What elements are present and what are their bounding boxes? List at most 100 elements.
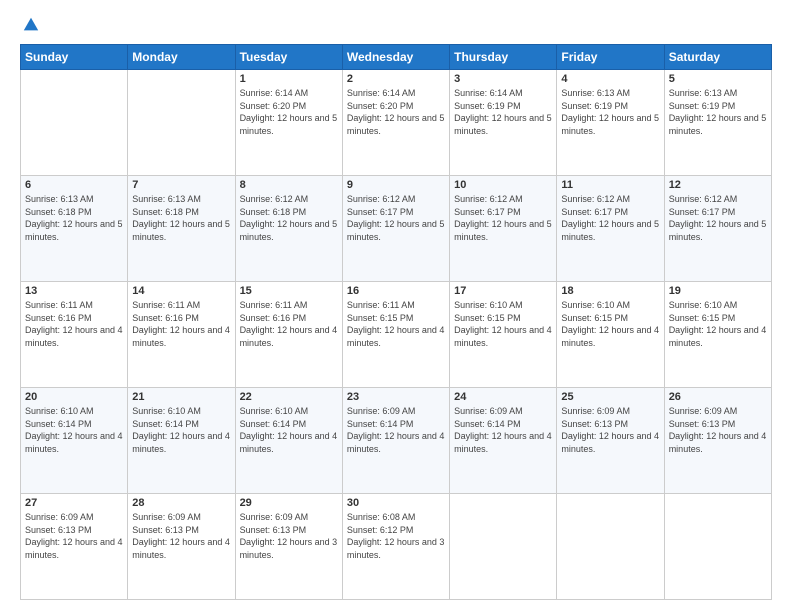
calendar-week-row: 20 Sunrise: 6:10 AM Sunset: 6:14 PM Dayli… [21, 388, 772, 494]
day-number: 12 [669, 179, 767, 191]
day-number: 30 [347, 497, 445, 509]
day-number: 26 [669, 391, 767, 403]
calendar-cell: 22 Sunrise: 6:10 AM Sunset: 6:14 PM Dayli… [235, 388, 342, 494]
day-info: Sunrise: 6:09 AM Sunset: 6:13 PM Dayligh… [25, 511, 123, 561]
day-number: 23 [347, 391, 445, 403]
calendar-cell: 16 Sunrise: 6:11 AM Sunset: 6:15 PM Dayli… [342, 282, 449, 388]
day-header-monday: Monday [128, 45, 235, 70]
day-number: 28 [132, 497, 230, 509]
logo-icon [22, 16, 40, 34]
calendar-cell: 12 Sunrise: 6:12 AM Sunset: 6:17 PM Dayli… [664, 176, 771, 282]
day-header-sunday: Sunday [21, 45, 128, 70]
day-number: 15 [240, 285, 338, 297]
day-number: 24 [454, 391, 552, 403]
calendar-cell: 29 Sunrise: 6:09 AM Sunset: 6:13 PM Dayli… [235, 494, 342, 600]
day-number: 25 [561, 391, 659, 403]
day-header-friday: Friday [557, 45, 664, 70]
day-info: Sunrise: 6:12 AM Sunset: 6:17 PM Dayligh… [347, 193, 445, 243]
day-header-saturday: Saturday [664, 45, 771, 70]
day-number: 19 [669, 285, 767, 297]
day-number: 21 [132, 391, 230, 403]
day-info: Sunrise: 6:10 AM Sunset: 6:14 PM Dayligh… [132, 405, 230, 455]
calendar-cell: 14 Sunrise: 6:11 AM Sunset: 6:16 PM Dayli… [128, 282, 235, 388]
day-info: Sunrise: 6:10 AM Sunset: 6:15 PM Dayligh… [561, 299, 659, 349]
page-header [20, 16, 772, 34]
day-number: 16 [347, 285, 445, 297]
calendar-cell: 10 Sunrise: 6:12 AM Sunset: 6:17 PM Dayli… [450, 176, 557, 282]
day-info: Sunrise: 6:09 AM Sunset: 6:13 PM Dayligh… [669, 405, 767, 455]
day-header-thursday: Thursday [450, 45, 557, 70]
calendar-cell: 3 Sunrise: 6:14 AM Sunset: 6:19 PM Daylig… [450, 70, 557, 176]
day-number: 1 [240, 73, 338, 85]
calendar-cell: 26 Sunrise: 6:09 AM Sunset: 6:13 PM Dayli… [664, 388, 771, 494]
day-info: Sunrise: 6:11 AM Sunset: 6:15 PM Dayligh… [347, 299, 445, 349]
calendar-cell: 23 Sunrise: 6:09 AM Sunset: 6:14 PM Dayli… [342, 388, 449, 494]
calendar-cell: 5 Sunrise: 6:13 AM Sunset: 6:19 PM Daylig… [664, 70, 771, 176]
calendar-cell: 7 Sunrise: 6:13 AM Sunset: 6:18 PM Daylig… [128, 176, 235, 282]
day-info: Sunrise: 6:12 AM Sunset: 6:17 PM Dayligh… [561, 193, 659, 243]
calendar-cell: 15 Sunrise: 6:11 AM Sunset: 6:16 PM Dayli… [235, 282, 342, 388]
day-info: Sunrise: 6:09 AM Sunset: 6:13 PM Dayligh… [561, 405, 659, 455]
day-info: Sunrise: 6:09 AM Sunset: 6:14 PM Dayligh… [347, 405, 445, 455]
calendar-cell: 30Sunrise: 6:08 AM Sunset: 6:12 PM Dayli… [342, 494, 449, 600]
day-info: Sunrise: 6:11 AM Sunset: 6:16 PM Dayligh… [132, 299, 230, 349]
day-number: 5 [669, 73, 767, 85]
day-info: Sunrise: 6:09 AM Sunset: 6:13 PM Dayligh… [240, 511, 338, 561]
day-number: 22 [240, 391, 338, 403]
calendar-cell: 2 Sunrise: 6:14 AM Sunset: 6:20 PM Daylig… [342, 70, 449, 176]
day-info: Sunrise: 6:12 AM Sunset: 6:17 PM Dayligh… [669, 193, 767, 243]
calendar-cell: 11 Sunrise: 6:12 AM Sunset: 6:17 PM Dayli… [557, 176, 664, 282]
calendar-cell [664, 494, 771, 600]
day-header-tuesday: Tuesday [235, 45, 342, 70]
calendar-cell: 8Sunrise: 6:12 AM Sunset: 6:18 PM Daylig… [235, 176, 342, 282]
calendar-cell [128, 70, 235, 176]
day-header-wednesday: Wednesday [342, 45, 449, 70]
day-number: 17 [454, 285, 552, 297]
day-number: 7 [132, 179, 230, 191]
day-number: 18 [561, 285, 659, 297]
calendar-cell: 20 Sunrise: 6:10 AM Sunset: 6:14 PM Dayli… [21, 388, 128, 494]
day-info: Sunrise: 6:11 AM Sunset: 6:16 PM Dayligh… [25, 299, 123, 349]
calendar-cell: 25 Sunrise: 6:09 AM Sunset: 6:13 PM Dayli… [557, 388, 664, 494]
day-info: Sunrise: 6:14 AM Sunset: 6:20 PM Dayligh… [240, 87, 338, 137]
day-info: Sunrise: 6:14 AM Sunset: 6:19 PM Dayligh… [454, 87, 552, 137]
day-number: 20 [25, 391, 123, 403]
calendar-cell [557, 494, 664, 600]
day-number: 2 [347, 73, 445, 85]
day-info: Sunrise: 6:12 AM Sunset: 6:17 PM Dayligh… [454, 193, 552, 243]
day-number: 3 [454, 73, 552, 85]
day-number: 27 [25, 497, 123, 509]
day-number: 29 [240, 497, 338, 509]
day-number: 10 [454, 179, 552, 191]
day-info: Sunrise: 6:10 AM Sunset: 6:14 PM Dayligh… [25, 405, 123, 455]
calendar-cell [450, 494, 557, 600]
day-info: Sunrise: 6:13 AM Sunset: 6:18 PM Dayligh… [25, 193, 123, 243]
calendar-cell: 21 Sunrise: 6:10 AM Sunset: 6:14 PM Dayli… [128, 388, 235, 494]
calendar-cell: 19 Sunrise: 6:10 AM Sunset: 6:15 PM Dayli… [664, 282, 771, 388]
day-info: Sunrise: 6:13 AM Sunset: 6:19 PM Dayligh… [561, 87, 659, 137]
calendar-cell: 13 Sunrise: 6:11 AM Sunset: 6:16 PM Dayli… [21, 282, 128, 388]
calendar-week-row: 6 Sunrise: 6:13 AM Sunset: 6:18 PM Daylig… [21, 176, 772, 282]
day-number: 6 [25, 179, 123, 191]
day-number: 8 [240, 179, 338, 191]
day-number: 9 [347, 179, 445, 191]
day-info: Sunrise: 6:11 AM Sunset: 6:16 PM Dayligh… [240, 299, 338, 349]
calendar-cell: 9 Sunrise: 6:12 AM Sunset: 6:17 PM Daylig… [342, 176, 449, 282]
calendar-cell: 27 Sunrise: 6:09 AM Sunset: 6:13 PM Dayli… [21, 494, 128, 600]
day-info: Sunrise: 6:14 AM Sunset: 6:20 PM Dayligh… [347, 87, 445, 137]
day-info: Sunrise: 6:13 AM Sunset: 6:19 PM Dayligh… [669, 87, 767, 137]
day-info: Sunrise: 6:10 AM Sunset: 6:14 PM Dayligh… [240, 405, 338, 455]
calendar-cell: 1 Sunrise: 6:14 AM Sunset: 6:20 PM Daylig… [235, 70, 342, 176]
day-info: Sunrise: 6:10 AM Sunset: 6:15 PM Dayligh… [669, 299, 767, 349]
calendar-cell: 24Sunrise: 6:09 AM Sunset: 6:14 PM Dayli… [450, 388, 557, 494]
calendar-cell [21, 70, 128, 176]
calendar-cell: 6 Sunrise: 6:13 AM Sunset: 6:18 PM Daylig… [21, 176, 128, 282]
calendar-table: SundayMondayTuesdayWednesdayThursdayFrid… [20, 44, 772, 600]
day-number: 11 [561, 179, 659, 191]
calendar-cell: 18 Sunrise: 6:10 AM Sunset: 6:15 PM Dayli… [557, 282, 664, 388]
day-number: 13 [25, 285, 123, 297]
calendar-week-row: 13 Sunrise: 6:11 AM Sunset: 6:16 PM Dayli… [21, 282, 772, 388]
day-info: Sunrise: 6:13 AM Sunset: 6:18 PM Dayligh… [132, 193, 230, 243]
day-number: 14 [132, 285, 230, 297]
calendar-header-row: SundayMondayTuesdayWednesdayThursdayFrid… [21, 45, 772, 70]
